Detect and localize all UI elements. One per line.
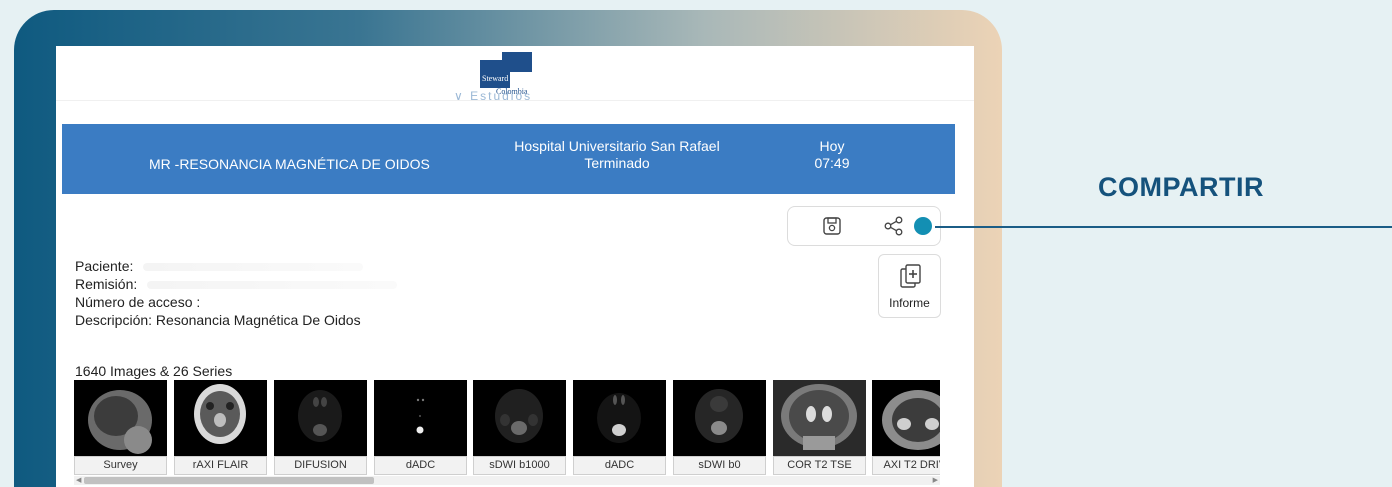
- series-label: sDWI b0: [673, 456, 766, 475]
- device-frame: Steward Colombia ∨ Estudios MR -RESONANC…: [14, 10, 1002, 487]
- series-label: COR T2 TSE: [773, 456, 866, 475]
- top-bar: Steward Colombia ∨ Estudios: [56, 46, 974, 101]
- series-label: DIFUSION: [274, 456, 367, 475]
- horizontal-scrollbar[interactable]: ◀ ▶: [74, 476, 940, 485]
- series-image: [174, 380, 267, 456]
- add-document-icon: [900, 264, 921, 288]
- series-thumbnail[interactable]: COR T2 TSE: [773, 380, 866, 476]
- study-status: Terminado: [584, 155, 650, 171]
- series-thumbnail[interactable]: dADC: [374, 380, 467, 476]
- informe-label: Informe: [889, 296, 930, 310]
- scrollbar-thumb[interactable]: [84, 477, 374, 484]
- redacted-value: [143, 263, 364, 272]
- redacted-value: [147, 281, 398, 290]
- series-label: dADC: [573, 456, 666, 475]
- series-thumbnail[interactable]: AXI T2 DRIVE: [872, 380, 940, 476]
- series-image: [74, 380, 167, 456]
- series-label: rAXI FLAIR: [174, 456, 267, 475]
- app-screen: Steward Colombia ∨ Estudios MR -RESONANC…: [56, 46, 974, 487]
- study-day: Hoy: [819, 138, 845, 154]
- acceso-label: Número de acceso :: [75, 294, 201, 310]
- series-strip[interactable]: Survey rAXI FLAIR DIFUSION dADC sDWI b10…: [74, 380, 940, 476]
- series-count: 1640 Images & 26 Series: [75, 363, 233, 379]
- callout-label: COMPARTIR: [1098, 172, 1264, 202]
- logo-text: Steward: [482, 74, 509, 83]
- study-time: 07:49: [814, 155, 850, 171]
- patient-info: Paciente: Remisión: Número de acceso : D…: [75, 257, 398, 329]
- series-label: sDWI b1000: [473, 456, 566, 475]
- studies-tab-label[interactable]: ∨ Estudios: [454, 89, 574, 101]
- series-thumbnail[interactable]: DIFUSION: [274, 380, 367, 476]
- scroll-left-icon[interactable]: ◀: [76, 476, 81, 484]
- series-thumbnail[interactable]: sDWI b1000: [473, 380, 566, 476]
- informe-button[interactable]: Informe: [878, 254, 941, 318]
- descripcion-value: Resonancia Magnética De Oidos: [155, 312, 361, 328]
- acceso-row: Número de acceso :: [75, 293, 397, 311]
- series-image: [673, 380, 766, 456]
- series-thumbnail[interactable]: Survey: [74, 380, 167, 476]
- paciente-label: Paciente:: [75, 258, 134, 274]
- share-icon[interactable]: [883, 215, 905, 237]
- series-thumbnail[interactable]: rAXI FLAIR: [174, 380, 267, 476]
- series-image: [872, 380, 940, 456]
- study-date: Hoy 07:49: [802, 138, 862, 172]
- series-image: [573, 380, 666, 456]
- descripcion-row: Descripción: Resonancia Magnética De Oid…: [75, 311, 397, 329]
- series-image: [473, 380, 566, 456]
- series-label: dADC: [374, 456, 467, 475]
- callout-line: [935, 226, 1392, 228]
- study-banner[interactable]: MR -RESONANCIA MAGNÉTICA DE OIDOS Hospit…: [62, 124, 955, 194]
- series-label: Survey: [74, 456, 167, 475]
- remision-row: Remisión:: [75, 275, 398, 293]
- series-image: [274, 380, 367, 456]
- study-title: MR -RESONANCIA MAGNÉTICA DE OIDOS: [149, 156, 430, 172]
- scroll-right-icon[interactable]: ▶: [933, 476, 938, 484]
- series-label: AXI T2 DRIVE: [872, 456, 940, 475]
- study-location: Hospital Universitario San Rafael Termin…: [487, 138, 747, 172]
- save-icon[interactable]: [821, 215, 843, 237]
- remision-label: Remisión:: [75, 276, 138, 292]
- series-thumbnail[interactable]: sDWI b0: [673, 380, 766, 476]
- callout-dot: [914, 217, 932, 235]
- series-thumbnail[interactable]: dADC: [573, 380, 666, 476]
- descripcion-label: Descripción:: [75, 312, 153, 328]
- series-image: [773, 380, 866, 456]
- series-image: [374, 380, 467, 456]
- patient-row: Paciente:: [75, 257, 397, 275]
- hospital-name: Hospital Universitario San Rafael: [514, 138, 720, 154]
